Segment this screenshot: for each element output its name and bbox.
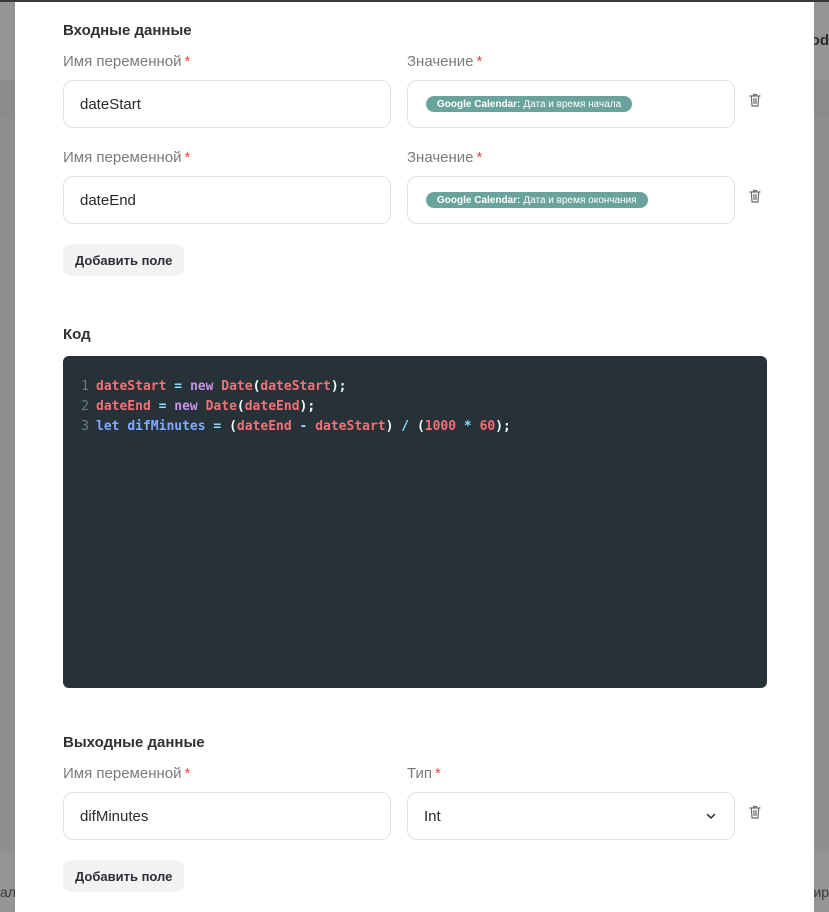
add-output-field-button[interactable]: Добавить поле — [63, 860, 185, 892]
google-calendar-chip[interactable]: Google Calendar: Дата и время начала — [426, 96, 633, 112]
trash-icon[interactable] — [749, 189, 761, 203]
code-editor[interactable]: 1 dateStart = new Date(dateStart); 2 dateE… — [63, 356, 767, 688]
value-label: Значение * — [407, 149, 483, 166]
code-section-title: Код — [63, 326, 91, 343]
input-section-title: Входные данные — [63, 22, 192, 39]
line-number: 2 — [81, 398, 89, 414]
type-select[interactable]: Int — [407, 792, 735, 840]
line-number: 3 — [81, 418, 89, 434]
variable-name-label: Имя переменной * — [63, 53, 191, 70]
add-input-field-button[interactable]: Добавить поле — [63, 244, 185, 276]
chevron-down-icon — [706, 813, 716, 819]
output-section-title: Выходные данные — [63, 734, 205, 751]
variable-name-label: Имя переменной * — [63, 765, 191, 782]
code-line[interactable]: 3 let difMinutes = (dateEnd - dateStart) … — [63, 416, 767, 436]
trash-icon[interactable] — [749, 93, 761, 107]
trash-icon[interactable] — [749, 805, 761, 819]
line-number: 1 — [81, 378, 89, 394]
output-variable-name-input[interactable]: difMinutes — [63, 792, 391, 840]
background-text: ал — [0, 884, 16, 900]
code-step-modal: Входные данные Имя переменной * Значение *… — [15, 2, 814, 912]
code-line[interactable]: 1 dateStart = new Date(dateStart); — [63, 376, 767, 396]
value-input[interactable]: Google Calendar: Дата и время окончания — [407, 176, 735, 224]
variable-name-label: Имя переменной * — [63, 149, 191, 166]
background-text: ир — [813, 884, 829, 900]
variable-name-input[interactable]: dateStart — [63, 80, 391, 128]
code-line[interactable]: 2 dateEnd = new Date(dateEnd); — [63, 396, 767, 416]
variable-name-input[interactable]: dateEnd — [63, 176, 391, 224]
value-label: Значение * — [407, 53, 483, 70]
google-calendar-chip[interactable]: Google Calendar: Дата и время окончания — [426, 192, 648, 208]
value-input[interactable]: Google Calendar: Дата и время начала — [407, 80, 735, 128]
type-label: Тип * — [407, 765, 441, 782]
